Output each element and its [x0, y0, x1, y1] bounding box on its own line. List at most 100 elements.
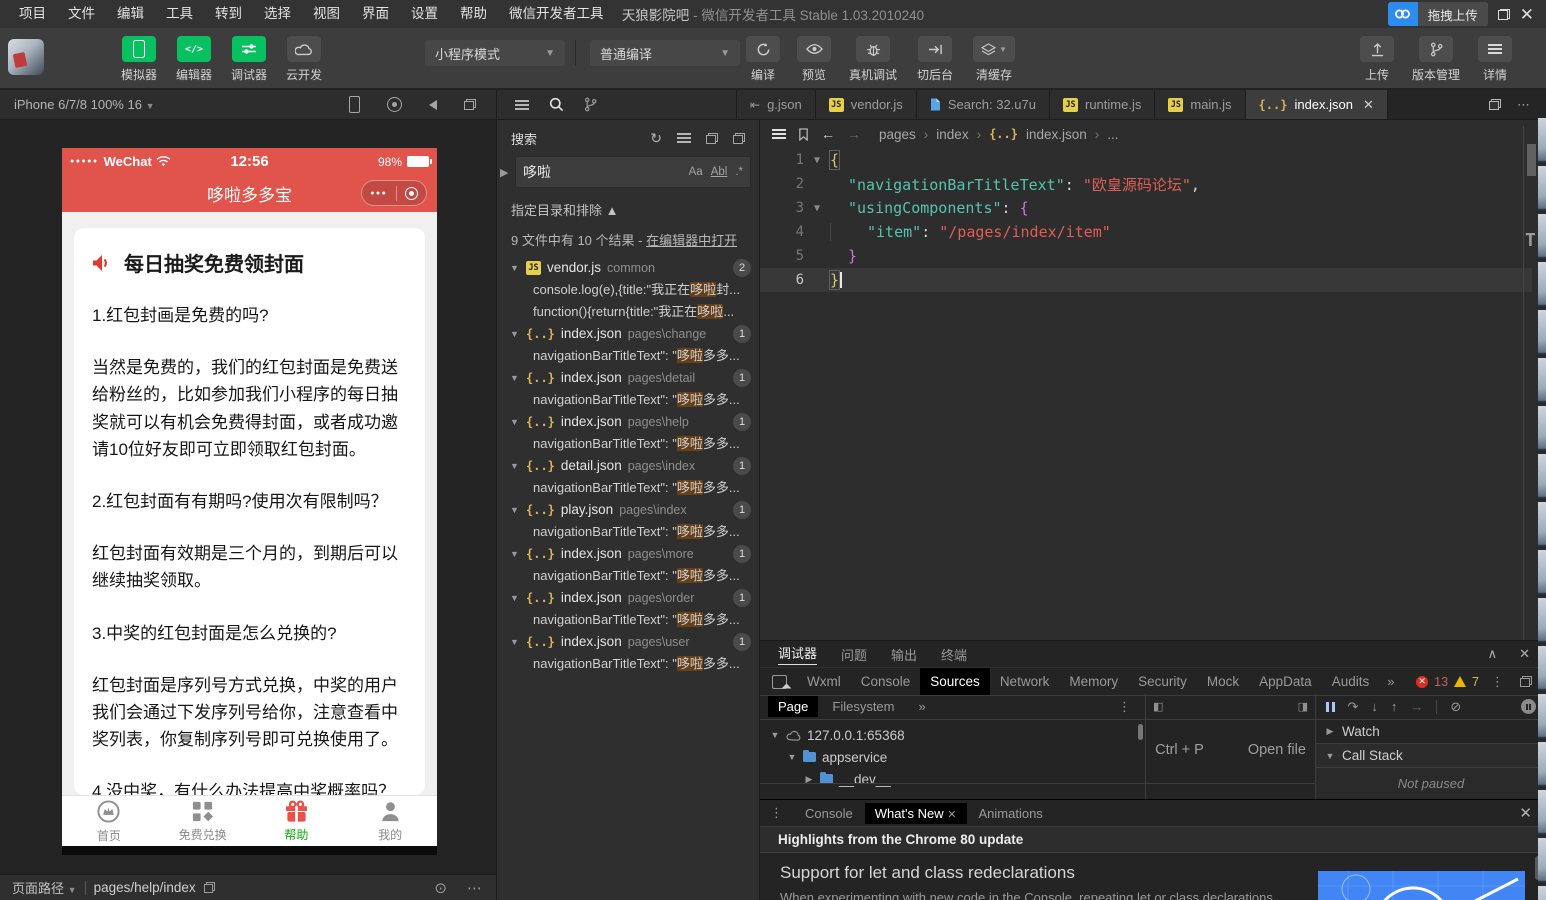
tabbar-help[interactable]: 帮助: [250, 796, 344, 846]
switch-background-button[interactable]: 切后台: [911, 36, 959, 83]
pause-icon[interactable]: [1326, 702, 1335, 712]
capsule-menu[interactable]: ●●●: [361, 180, 427, 206]
devtools-tab-security[interactable]: Security: [1128, 668, 1197, 695]
tab-main-js[interactable]: JS main.js: [1155, 90, 1245, 119]
inspect-element-icon[interactable]: [772, 675, 787, 689]
devtools-tab-appdata[interactable]: AppData: [1249, 668, 1322, 695]
result-file[interactable]: ▼{..} index.jsonpages\help 1: [497, 411, 759, 433]
collapse-panel-icon[interactable]: ∧: [1488, 646, 1498, 662]
editor-toggle-button[interactable]: </> 编辑器: [171, 36, 217, 83]
result-file[interactable]: ▼{..} index.jsonpages\detail 1: [497, 367, 759, 389]
tabbar-redeem[interactable]: 免费兑换: [156, 796, 250, 846]
result-file[interactable]: ▼{..} index.jsonpages\user 1: [497, 631, 759, 653]
error-icon[interactable]: ✕: [1416, 676, 1428, 688]
drawer-tab-console[interactable]: Console: [795, 803, 863, 824]
tree-item-appservice[interactable]: ▼ appservice: [760, 746, 1145, 768]
capsule-close-icon[interactable]: [405, 187, 418, 200]
back-icon[interactable]: ←: [821, 126, 835, 142]
devtools-tab-network[interactable]: Network: [990, 668, 1060, 695]
popout-simulator-icon[interactable]: [464, 99, 476, 110]
result-match[interactable]: navigationBarTitleText": "哆啦多多...: [497, 433, 759, 455]
menu-item-interface[interactable]: 界面: [351, 0, 400, 28]
mode-select[interactable]: 小程序模式 ▼: [425, 40, 565, 66]
preview-button[interactable]: 预览: [793, 36, 835, 83]
real-device-debug-button[interactable]: 真机调试: [844, 36, 902, 83]
drawer-tab-animations[interactable]: Animations: [969, 803, 1053, 824]
result-match[interactable]: function(){return{title:"我正在哆啦...: [497, 301, 759, 323]
result-file[interactable]: ▼{..} detail.jsonpages\index 1: [497, 455, 759, 477]
collapse-all-icon[interactable]: [733, 133, 745, 144]
menu-item-tools[interactable]: 工具: [155, 0, 204, 28]
page-path-label[interactable]: 页面路径 ▼: [12, 878, 77, 897]
tab-output[interactable]: 输出: [891, 645, 917, 664]
close-panel-icon[interactable]: ✕: [1519, 646, 1530, 662]
sources-tab-page[interactable]: Page: [768, 696, 818, 717]
capsule-more-icon[interactable]: ●●●: [370, 190, 387, 197]
search-input[interactable]: 哆啦 Aa Abl .*: [515, 156, 751, 188]
menu-item-goto[interactable]: 转到: [204, 0, 253, 28]
drawer-tab-whats-new[interactable]: What's New ✕: [865, 803, 967, 824]
version-management-button[interactable]: 版本管理: [1407, 36, 1465, 83]
result-match[interactable]: navigationBarTitleText": "哆啦多多...: [497, 521, 759, 543]
compile-button[interactable]: 编译: [742, 36, 784, 83]
result-match[interactable]: navigationBarTitleText": "哆啦多多...: [497, 477, 759, 499]
open-file-label[interactable]: Open file: [1248, 742, 1306, 758]
more-tabs-icon[interactable]: »: [1379, 674, 1402, 689]
sources-tab-filesystem[interactable]: Filesystem: [822, 696, 904, 717]
result-match[interactable]: console.log(e),{title:"我正在哆啦封...: [497, 279, 759, 301]
tab-index-json[interactable]: {..} index.json ✕: [1246, 90, 1388, 119]
record-icon[interactable]: [387, 97, 402, 112]
result-file[interactable]: ▼{..} index.jsonpages\order 1: [497, 587, 759, 609]
close-drawer-icon[interactable]: ✕: [1519, 806, 1532, 821]
tab-debugger[interactable]: 调试器: [778, 643, 817, 665]
result-match[interactable]: navigationBarTitleText": "哆啦多多...: [497, 345, 759, 367]
more-actions-icon[interactable]: ⋯: [1517, 97, 1532, 113]
debugger-toggle-button[interactable]: 调试器: [226, 36, 272, 83]
result-file[interactable]: ▼JS vendor.jscommon 2: [497, 257, 759, 279]
step-icon[interactable]: →: [1410, 699, 1423, 714]
step-out-icon[interactable]: ↑: [1391, 699, 1398, 714]
search-icon[interactable]: [549, 97, 564, 112]
menu-item-project[interactable]: 项目: [8, 0, 57, 28]
mute-icon[interactable]: [429, 100, 437, 110]
details-button[interactable]: 详情: [1474, 36, 1516, 83]
error-count[interactable]: 13: [1434, 675, 1448, 689]
devtools-tab-memory[interactable]: Memory: [1059, 668, 1128, 695]
result-file[interactable]: ▼{..} play.jsonpages\index 1: [497, 499, 759, 521]
tabbar-profile[interactable]: 我的: [343, 796, 437, 846]
expand-search-icon[interactable]: ▶: [500, 166, 512, 179]
next-file-icon[interactable]: ◨: [1298, 700, 1308, 713]
result-match[interactable]: navigationBarTitleText": "哆啦多多...: [497, 653, 759, 675]
close-tab-icon[interactable]: ✕: [947, 809, 956, 821]
more-icon[interactable]: ⋯: [467, 879, 484, 897]
menu-item-help[interactable]: 帮助: [449, 0, 498, 28]
compile-mode-select[interactable]: 普通编译 ▼: [590, 40, 740, 66]
device-selector[interactable]: iPhone 6/7/8 100% 16 ▼: [14, 97, 154, 112]
window-close-button[interactable]: ✕: [1520, 6, 1534, 23]
watch-section[interactable]: ▶Watch: [1316, 720, 1546, 744]
eye-icon[interactable]: ⊙: [434, 879, 447, 897]
drawer-menu-icon[interactable]: ⋮: [770, 805, 783, 821]
menu-item-devtools[interactable]: 微信开发者工具: [498, 0, 615, 28]
result-file[interactable]: ▼{..} index.jsonpages\change 1: [497, 323, 759, 345]
git-branch-icon[interactable]: [584, 97, 597, 112]
menu-item-settings[interactable]: 设置: [400, 0, 449, 28]
search-filter-toggle[interactable]: 指定目录和排除 ▲: [497, 188, 759, 219]
menu-item-file[interactable]: 文件: [57, 0, 106, 28]
menu-item-edit[interactable]: 编辑: [106, 0, 155, 28]
open-in-editor-icon[interactable]: [706, 133, 718, 144]
code-area[interactable]: 1▼{ 2"navigationBarTitleText": "欧皇源码论坛",…: [760, 148, 1546, 292]
devtools-menu-icon[interactable]: ⋮: [1485, 674, 1510, 690]
tabbar-home[interactable]: 首页: [62, 796, 156, 846]
match-case-icon[interactable]: Aa: [689, 166, 703, 178]
bookmark-icon[interactable]: [798, 128, 809, 141]
pause-on-exceptions-icon[interactable]: [1521, 699, 1536, 714]
file-list-icon[interactable]: [515, 100, 529, 110]
open-in-editor-link[interactable]: 在编辑器中打开: [646, 233, 737, 248]
menu-item-view[interactable]: 视图: [302, 0, 351, 28]
more-tabs-icon[interactable]: »: [909, 696, 936, 717]
result-file[interactable]: ▼{..} index.jsonpages\more 1: [497, 543, 759, 565]
menu-item-select[interactable]: 选择: [253, 0, 302, 28]
tab-terminal[interactable]: 终端: [941, 645, 967, 664]
split-editor-icon[interactable]: [1489, 99, 1501, 110]
